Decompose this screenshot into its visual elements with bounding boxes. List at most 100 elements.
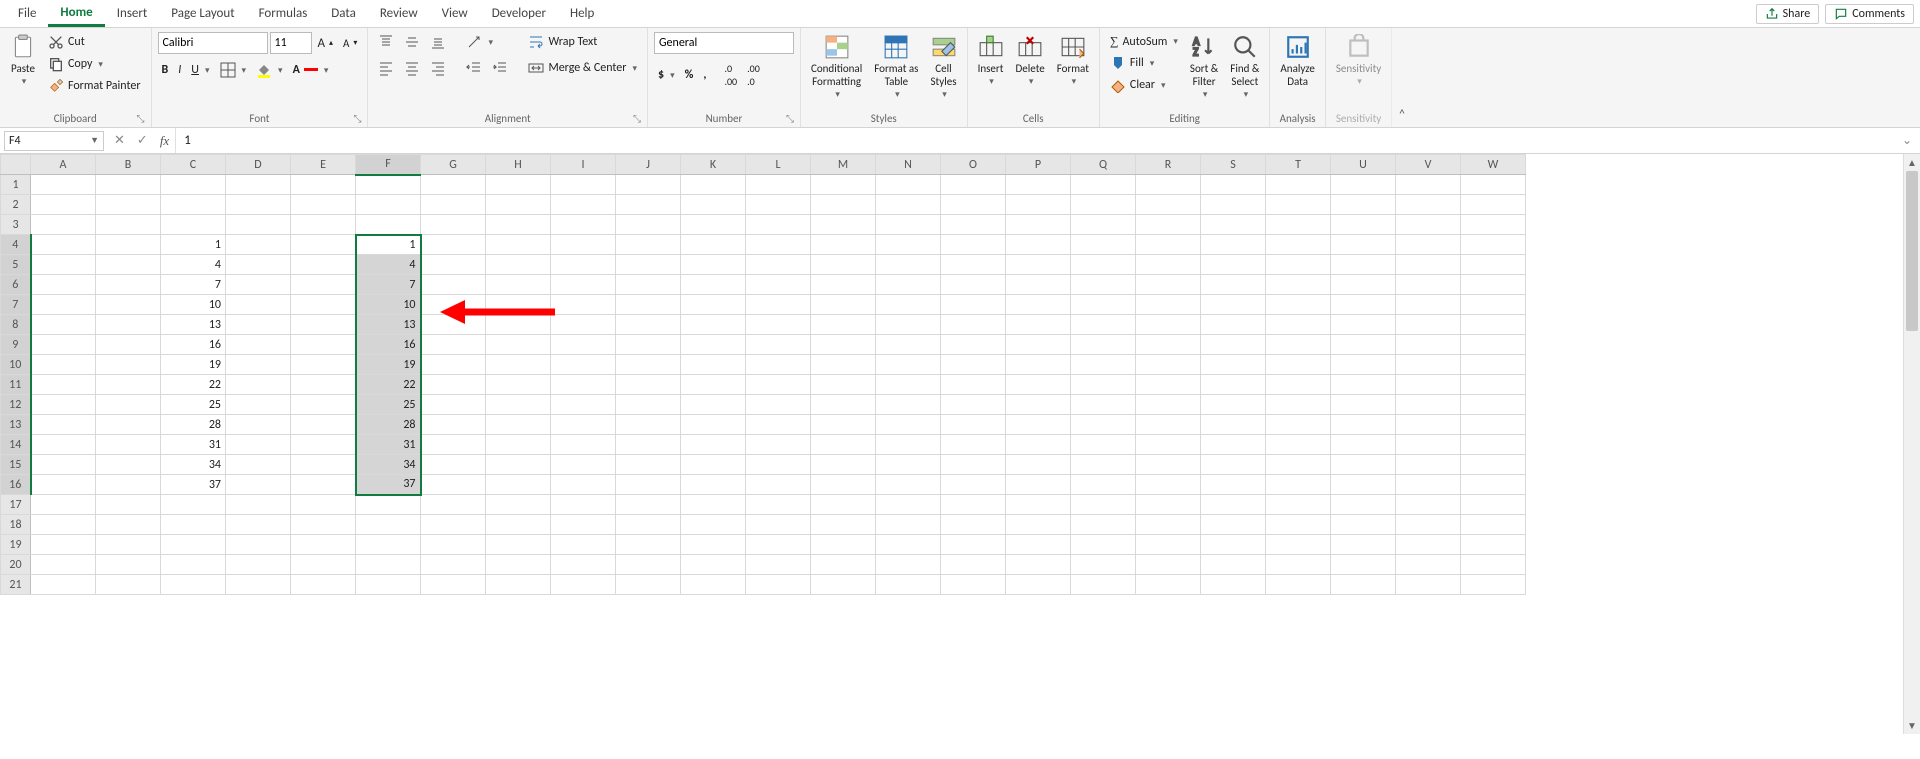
cell-I20[interactable] (551, 555, 616, 575)
column-header-L[interactable]: L (746, 155, 811, 175)
cell-E3[interactable] (291, 215, 356, 235)
cell-V3[interactable] (1396, 215, 1461, 235)
cell-F16[interactable]: 37 (356, 475, 421, 495)
cell-V12[interactable] (1396, 395, 1461, 415)
cell-F4[interactable]: 1 (356, 235, 421, 255)
cell-E9[interactable] (291, 335, 356, 355)
row-header-17[interactable]: 17 (1, 495, 31, 515)
cell-N11[interactable] (876, 375, 941, 395)
cell-K19[interactable] (681, 535, 746, 555)
cell-P18[interactable] (1006, 515, 1071, 535)
cell-H21[interactable] (486, 575, 551, 595)
cell-A13[interactable] (31, 415, 96, 435)
cell-O15[interactable] (941, 455, 1006, 475)
font-name-select[interactable] (158, 32, 268, 54)
cell-B4[interactable] (96, 235, 161, 255)
cell-N10[interactable] (876, 355, 941, 375)
cell-M10[interactable] (811, 355, 876, 375)
cell-D2[interactable] (226, 195, 291, 215)
cell-T17[interactable] (1266, 495, 1331, 515)
cell-N21[interactable] (876, 575, 941, 595)
cell-A20[interactable] (31, 555, 96, 575)
cell-N16[interactable] (876, 475, 941, 495)
scroll-down-button[interactable]: ▼ (1904, 717, 1920, 734)
cell-A21[interactable] (31, 575, 96, 595)
cell-Q15[interactable] (1071, 455, 1136, 475)
cell-D10[interactable] (226, 355, 291, 375)
cell-E16[interactable] (291, 475, 356, 495)
cell-Q10[interactable] (1071, 355, 1136, 375)
cell-D16[interactable] (226, 475, 291, 495)
column-header-I[interactable]: I (551, 155, 616, 175)
cell-F1[interactable] (356, 175, 421, 195)
cell-I17[interactable] (551, 495, 616, 515)
cell-O20[interactable] (941, 555, 1006, 575)
wrap-text-button[interactable]: Wrap Text (524, 32, 641, 52)
column-header-F[interactable]: F (356, 155, 421, 175)
copy-button[interactable]: Copy (44, 54, 145, 74)
cell-C14[interactable]: 31 (161, 435, 226, 455)
cell-H9[interactable] (486, 335, 551, 355)
column-header-V[interactable]: V (1396, 155, 1461, 175)
cell-M18[interactable] (811, 515, 876, 535)
column-header-O[interactable]: O (941, 155, 1006, 175)
cell-S19[interactable] (1201, 535, 1266, 555)
cell-M8[interactable] (811, 315, 876, 335)
cell-D4[interactable] (226, 235, 291, 255)
cell-O8[interactable] (941, 315, 1006, 335)
column-header-Q[interactable]: Q (1071, 155, 1136, 175)
cell-E4[interactable] (291, 235, 356, 255)
cell-N2[interactable] (876, 195, 941, 215)
cell-M3[interactable] (811, 215, 876, 235)
cell-P20[interactable] (1006, 555, 1071, 575)
cell-N20[interactable] (876, 555, 941, 575)
cell-L15[interactable] (746, 455, 811, 475)
cell-E21[interactable] (291, 575, 356, 595)
cell-G13[interactable] (421, 415, 486, 435)
cell-S20[interactable] (1201, 555, 1266, 575)
align-left-button[interactable] (374, 58, 398, 78)
cell-A2[interactable] (31, 195, 96, 215)
cell-J2[interactable] (616, 195, 681, 215)
cell-Q14[interactable] (1071, 435, 1136, 455)
cell-V11[interactable] (1396, 375, 1461, 395)
expand-formula-bar-button[interactable]: ⌄ (1894, 133, 1920, 148)
cell-P21[interactable] (1006, 575, 1071, 595)
cell-N18[interactable] (876, 515, 941, 535)
align-bottom-button[interactable] (426, 32, 450, 52)
cell-P12[interactable] (1006, 395, 1071, 415)
cell-E17[interactable] (291, 495, 356, 515)
cell-Q5[interactable] (1071, 255, 1136, 275)
cell-V16[interactable] (1396, 475, 1461, 495)
cell-W13[interactable] (1461, 415, 1526, 435)
cell-G2[interactable] (421, 195, 486, 215)
cell-S4[interactable] (1201, 235, 1266, 255)
align-top-button[interactable] (374, 32, 398, 52)
cell-C21[interactable] (161, 575, 226, 595)
dialog-launcher-icon[interactable]: ⤡ (137, 112, 145, 125)
cell-U16[interactable] (1331, 475, 1396, 495)
cell-F10[interactable]: 19 (356, 355, 421, 375)
cell-O18[interactable] (941, 515, 1006, 535)
cell-D7[interactable] (226, 295, 291, 315)
cell-Q19[interactable] (1071, 535, 1136, 555)
cell-M1[interactable] (811, 175, 876, 195)
cell-F19[interactable] (356, 535, 421, 555)
cell-K17[interactable] (681, 495, 746, 515)
cell-G21[interactable] (421, 575, 486, 595)
dialog-launcher-icon[interactable]: ⤡ (633, 112, 641, 125)
column-header-C[interactable]: C (161, 155, 226, 175)
cell-C5[interactable]: 4 (161, 255, 226, 275)
cell-U13[interactable] (1331, 415, 1396, 435)
cell-M17[interactable] (811, 495, 876, 515)
cell-T4[interactable] (1266, 235, 1331, 255)
tab-page-layout[interactable]: Page Layout (159, 2, 246, 25)
cell-K21[interactable] (681, 575, 746, 595)
percent-button[interactable]: % (681, 66, 698, 84)
merge-center-button[interactable]: Merge & Center (524, 58, 641, 78)
cell-D15[interactable] (226, 455, 291, 475)
cell-S9[interactable] (1201, 335, 1266, 355)
cell-F5[interactable]: 4 (356, 255, 421, 275)
cell-R12[interactable] (1136, 395, 1201, 415)
cell-U17[interactable] (1331, 495, 1396, 515)
